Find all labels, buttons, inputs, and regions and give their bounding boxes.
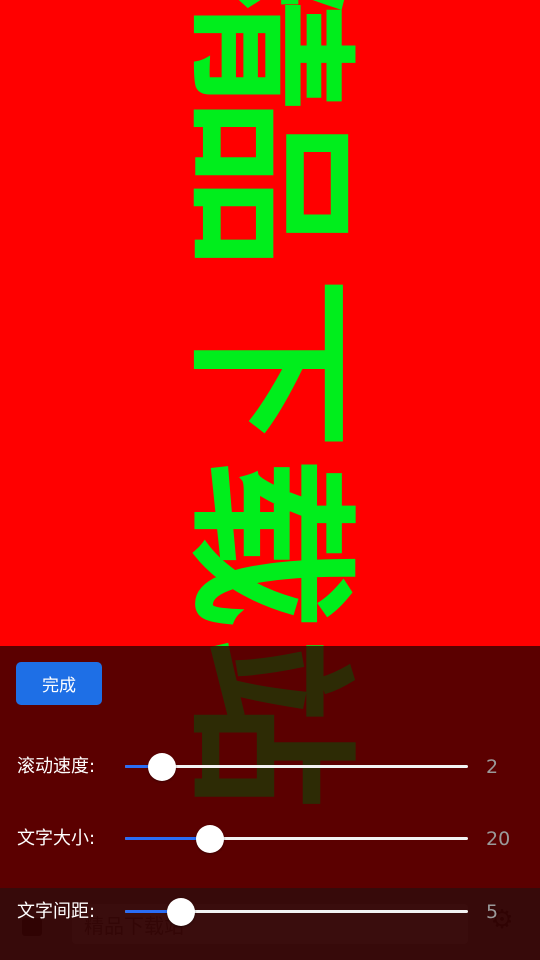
scroll-speed-label: 滚动速度:: [17, 756, 96, 777]
scroll-speed-value: 2: [486, 756, 499, 778]
letter-spacing-label: 文字间距:: [17, 901, 96, 922]
marquee-char: 品: [169, 97, 367, 268]
done-button[interactable]: 完成: [16, 662, 102, 705]
text-size-label: 文字大小:: [17, 828, 96, 849]
marquee-char: 下: [169, 277, 367, 448]
marquee-char: 载: [169, 457, 367, 628]
text-size-slider[interactable]: [125, 824, 468, 854]
slider-thumb[interactable]: [148, 753, 176, 781]
letter-spacing-slider[interactable]: [125, 897, 468, 927]
slider-track: [125, 765, 468, 768]
text-size-value: 20: [486, 828, 511, 850]
slider-thumb[interactable]: [167, 898, 195, 926]
scroll-speed-slider[interactable]: [125, 752, 468, 782]
letter-spacing-value: 5: [486, 901, 499, 923]
slider-thumb[interactable]: [196, 825, 224, 853]
